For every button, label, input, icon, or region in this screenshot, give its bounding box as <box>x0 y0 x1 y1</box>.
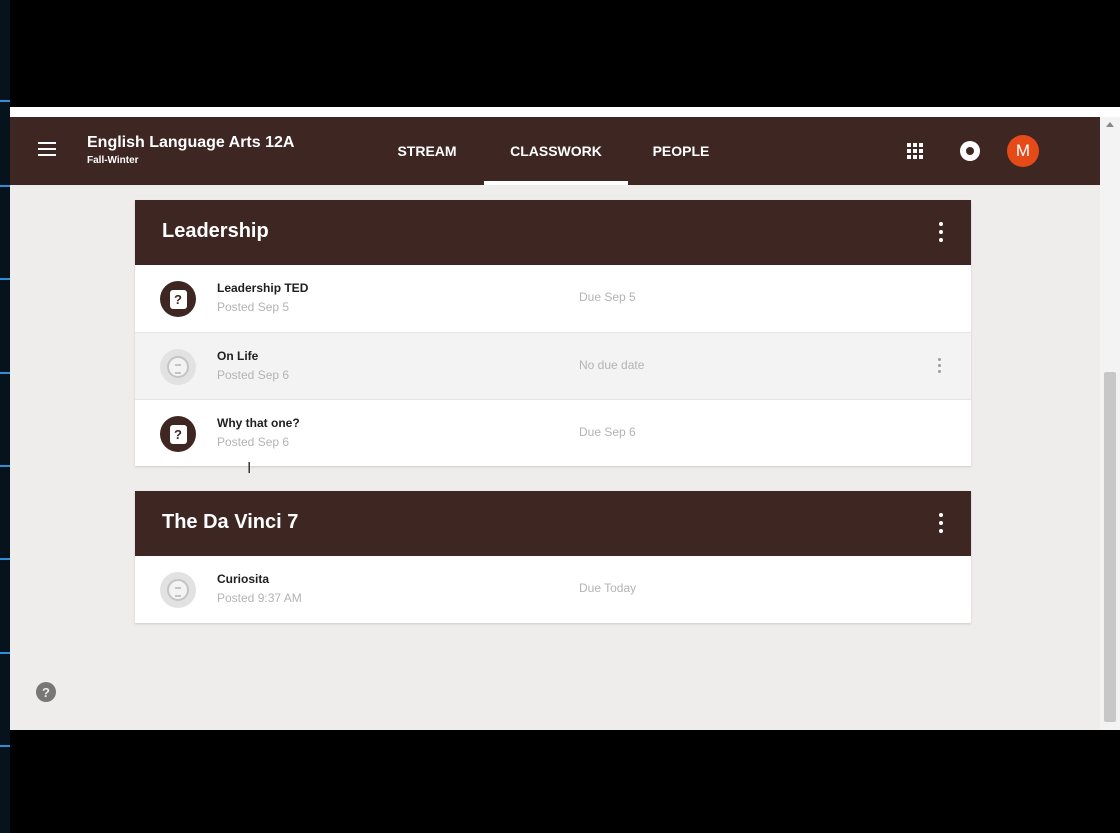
item-due-date: No due date <box>579 358 645 372</box>
edge-tick <box>0 465 10 467</box>
class-subtitle: Fall-Winter <box>87 155 139 166</box>
edge-tick <box>0 100 10 102</box>
more-vert-icon[interactable] <box>938 358 941 373</box>
active-tab-indicator <box>484 181 628 185</box>
apps-grid-icon[interactable] <box>907 143 923 159</box>
classroom-window: English Language Arts 12A Fall-Winter ST… <box>10 107 1120 730</box>
topic-title: The Da Vinci 7 <box>162 511 299 533</box>
tab-people[interactable]: PEOPLE <box>638 117 724 185</box>
material-icon <box>160 572 196 608</box>
item-title: Why that one? <box>217 416 300 430</box>
more-vert-icon[interactable] <box>939 513 943 533</box>
question-icon: ? <box>160 281 196 317</box>
avatar[interactable]: M <box>1007 135 1039 167</box>
item-posted-date: Posted Sep 6 <box>217 368 290 382</box>
topic-card-leadership: Leadership ? Leadership TED Posted Sep 5… <box>135 200 971 466</box>
topic-header: The Da Vinci 7 <box>135 491 971 556</box>
tab-classwork[interactable]: CLASSWORK <box>484 117 628 185</box>
topic-title: Leadership <box>162 220 269 242</box>
mouse-cursor-icon: I <box>247 459 252 477</box>
item-due-date: Due Today <box>579 581 637 595</box>
menu-icon[interactable] <box>38 142 56 156</box>
material-icon <box>160 349 196 385</box>
item-posted-date: Posted Sep 6 <box>217 435 290 449</box>
help-icon[interactable]: ? <box>36 682 56 702</box>
item-title: Curiosita <box>217 572 270 586</box>
classwork-item[interactable]: ? Leadership TED Posted Sep 5 Due Sep 5 <box>135 265 971 332</box>
item-posted-date: Posted Sep 5 <box>217 300 290 314</box>
edge-tick <box>0 745 10 747</box>
topic-header: Leadership <box>135 200 971 265</box>
scroll-up-arrow-icon[interactable] <box>1106 122 1114 127</box>
window-top-edge <box>10 107 1120 117</box>
tab-stream[interactable]: STREAM <box>384 117 470 185</box>
item-due-date: Due Sep 6 <box>579 425 636 439</box>
question-icon: ? <box>160 416 196 452</box>
classwork-item[interactable]: ? Why that one? Posted Sep 6 Due Sep 6 <box>135 399 971 466</box>
edge-tick <box>0 185 10 187</box>
edge-tick <box>0 278 10 280</box>
item-title: On Life <box>217 349 259 363</box>
item-due-date: Due Sep 5 <box>579 290 636 304</box>
scrollbar[interactable] <box>1100 117 1120 730</box>
item-title: Leadership TED <box>217 281 309 295</box>
more-vert-icon[interactable] <box>939 222 943 242</box>
class-title[interactable]: English Language Arts 12A <box>87 134 294 152</box>
classwork-item[interactable]: Curiosita Posted 9:37 AM Due Today <box>135 556 971 623</box>
edge-tick <box>0 372 10 374</box>
app-header: English Language Arts 12A Fall-Winter ST… <box>10 117 1100 185</box>
classwork-item[interactable]: On Life Posted Sep 6 No due date <box>135 332 971 399</box>
scroll-thumb[interactable] <box>1104 372 1116 722</box>
edge-tick <box>0 558 10 560</box>
screen-edge <box>0 0 10 833</box>
topic-card-da-vinci: The Da Vinci 7 Curiosita Posted 9:37 AM … <box>135 491 971 623</box>
notifications-icon[interactable] <box>960 141 980 161</box>
item-posted-date: Posted 9:37 AM <box>217 591 302 605</box>
edge-tick <box>0 652 10 654</box>
